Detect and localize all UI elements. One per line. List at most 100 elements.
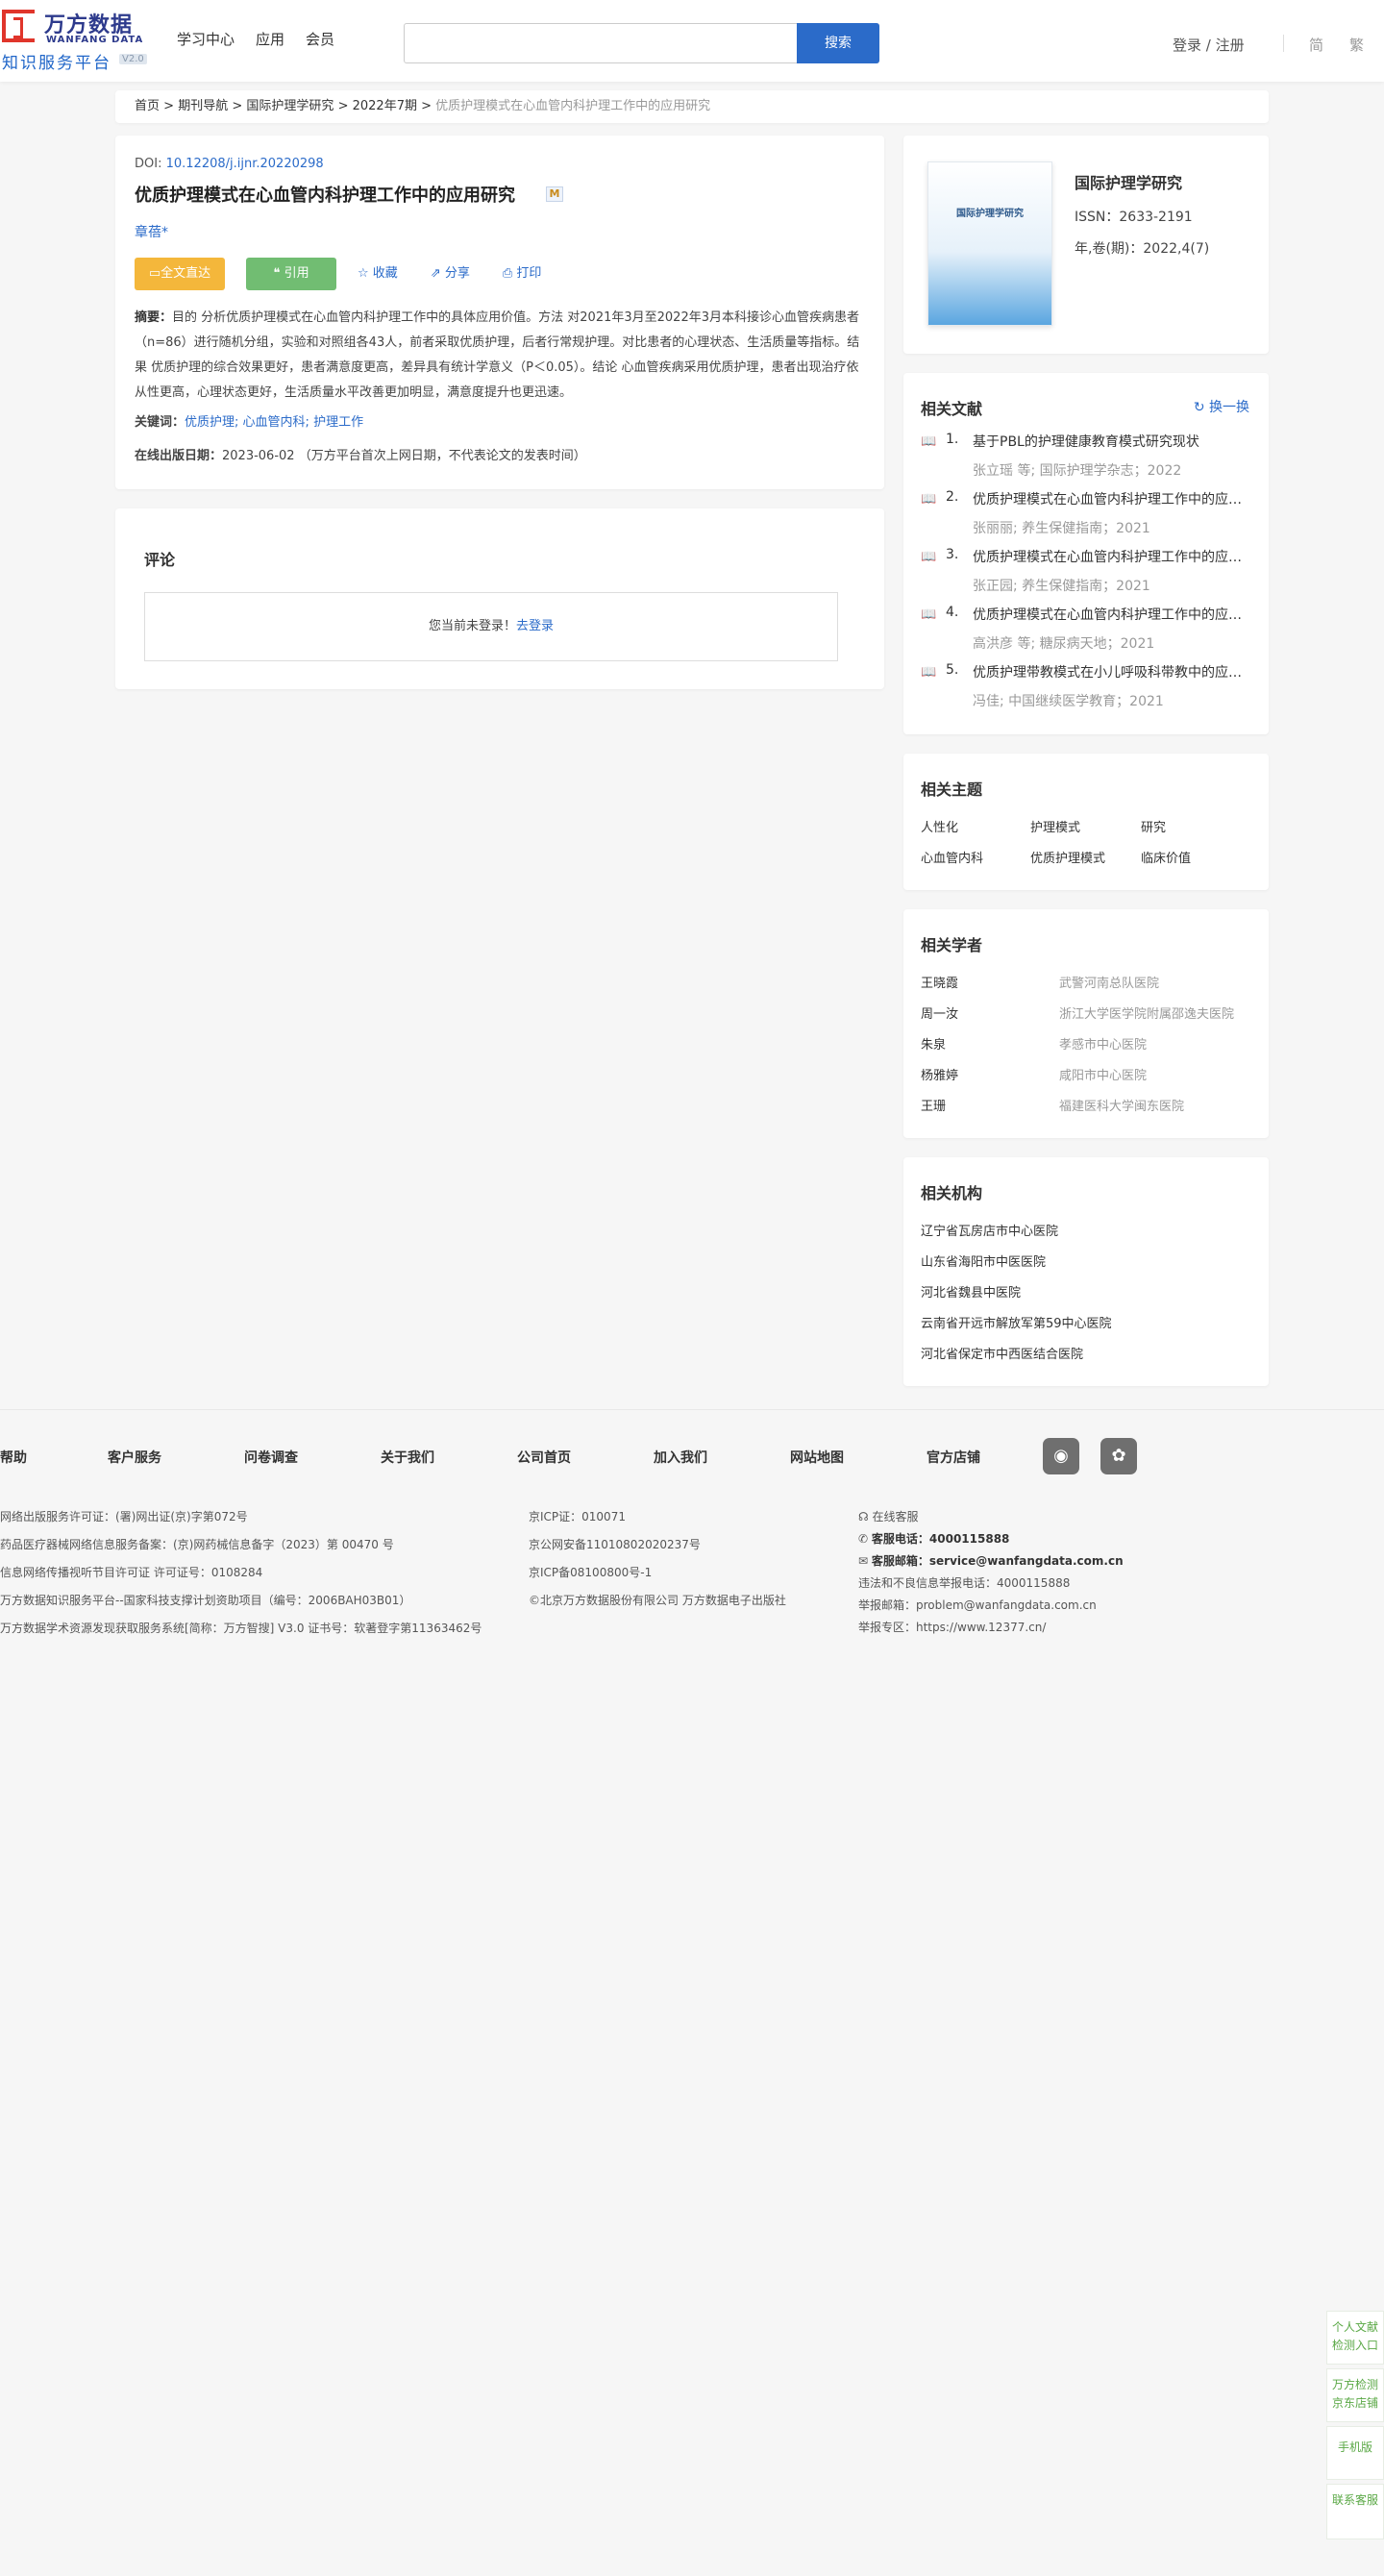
footer-join-link[interactable]: 加入我们 — [654, 1448, 707, 1467]
related-title-link[interactable]: 优质护理带教模式在小儿呼吸科带教中的应用研究 — [973, 662, 1251, 681]
related-title-link[interactable]: 基于PBL的护理健康教育模式研究现状 — [973, 432, 1251, 451]
org-link[interactable]: 山东省海阳市中医医院 — [921, 1251, 1046, 1270]
doi-link[interactable]: 10.12208/j.ijnr.20220298 — [166, 157, 324, 171]
side-check-entry[interactable]: 个人文献检测入口 — [1326, 2311, 1384, 2365]
report-site[interactable]: 举报专区：https://www.12377.cn/ — [858, 1619, 1046, 1635]
footer-about-link[interactable]: 关于我们 — [381, 1448, 434, 1467]
share-icon: ⇗ — [430, 266, 445, 281]
breadcrumb-sep: > — [232, 99, 243, 113]
article-title: 优质护理模式在心血管内科护理工作中的应用研究 — [135, 186, 515, 206]
login-register-link[interactable]: 登录 / 注册 — [1173, 35, 1245, 55]
related-meta: 张正园; 养生保健指南；2021 — [973, 576, 1150, 595]
keyword-link[interactable]: 护理工作 — [313, 415, 363, 430]
book-icon: 📖 — [921, 550, 937, 564]
report-phone: 违法和不良信息举报电话：4000115888 — [858, 1576, 1071, 1590]
print-button[interactable]: ⎙ 打印 — [503, 258, 542, 290]
doi-line: DOI: 10.12208/j.ijnr.20220298 — [135, 157, 324, 171]
related-meta: 张立瑶 等; 国际护理学杂志；2022 — [973, 460, 1181, 480]
org-link[interactable]: 河北省魏县中医院 — [921, 1282, 1021, 1300]
star-icon: ☆ — [358, 266, 373, 281]
scholar-name[interactable]: 周一汝 — [921, 1003, 958, 1022]
comment-box: 您当前未登录！去登录 — [144, 592, 838, 661]
pubdate-note: （万方平台首次上网日期，不代表论文的发表时间） — [298, 449, 586, 463]
comment-login-link[interactable]: 去登录 — [516, 619, 554, 633]
wechat-icon[interactable]: ✿ — [1100, 1438, 1137, 1474]
related-author: 高洪彦 等; — [973, 636, 1036, 652]
related-title-link[interactable]: 优质护理模式在心血管内科护理工作中的应用研究 — [973, 547, 1251, 566]
nav-learning-center[interactable]: 学习中心 — [177, 29, 235, 49]
org-link[interactable]: 辽宁省瓦房店市中心医院 — [921, 1221, 1058, 1239]
cite-label: 引用 — [284, 266, 309, 281]
breadcrumb-journals[interactable]: 期刊导航 — [178, 99, 228, 113]
logo-text-en: WANFANG DATA — [46, 35, 144, 45]
keyword-link[interactable]: 心血管内科; — [243, 415, 309, 430]
breadcrumb-journal[interactable]: 国际护理学研究 — [246, 99, 334, 113]
collect-button[interactable]: ☆ 收藏 — [358, 258, 398, 290]
share-label: 分享 — [444, 266, 470, 281]
side-contact[interactable]: 联系客服 — [1326, 2484, 1384, 2539]
scholar-org: 福建医科大学闽东医院 — [1059, 1100, 1185, 1114]
footer-service-link[interactable]: 客户服务 — [108, 1448, 161, 1467]
topic-link[interactable]: 优质护理模式 — [1030, 848, 1105, 866]
side-mobile[interactable]: 手机版 — [1326, 2426, 1384, 2480]
email-value: service@wanfangdata.com.cn — [928, 1554, 1124, 1568]
mail-icon: ✉ — [858, 1554, 872, 1568]
scholar-name[interactable]: 朱泉 — [921, 1034, 946, 1053]
journal-name[interactable]: 国际护理学研究 — [1075, 170, 1182, 193]
cite-button[interactable]: ❝ 引用 — [246, 258, 336, 290]
fulltext-button[interactable]: ▭全文直达 — [135, 258, 225, 290]
lang-traditional-link[interactable]: 繁 — [1349, 35, 1364, 55]
breadcrumb-home[interactable]: 首页 — [135, 99, 160, 113]
nav-apps[interactable]: 应用 — [256, 29, 284, 49]
keyword-link[interactable]: 优质护理; — [185, 415, 238, 430]
footer-icp[interactable]: 京ICP备08100800号-1 — [529, 1564, 652, 1580]
keywords: 关键词：优质护理; 心血管内科; 护理工作 — [135, 411, 363, 430]
search-button[interactable]: 搜索 — [797, 23, 879, 63]
author-link[interactable]: 章蓓* — [135, 222, 168, 241]
related-title: 相关文献 — [921, 400, 983, 418]
footer-help-link[interactable]: 帮助 — [0, 1448, 27, 1467]
breadcrumb-issue[interactable]: 2022年7期 — [353, 99, 417, 113]
footer-icp[interactable]: 京公网安备11010802020237号 — [529, 1536, 701, 1552]
footer-home-link[interactable]: 公司首页 — [517, 1448, 571, 1467]
scholar-name[interactable]: 杨雅婷 — [921, 1065, 958, 1083]
weibo-icon[interactable]: ◉ — [1043, 1438, 1079, 1474]
topic-link[interactable]: 心血管内科 — [921, 848, 983, 866]
org-link[interactable]: 云南省开远市解放军第59中心医院 — [921, 1313, 1112, 1331]
breadcrumb-sep: > — [337, 99, 349, 113]
side-jd-store[interactable]: 万方检测京东店铺 — [1326, 2368, 1384, 2422]
nav-membership[interactable]: 会员 — [306, 29, 334, 49]
fulltext-label: 全文直达 — [161, 266, 211, 281]
related-title-link[interactable]: 优质护理模式在心血管内科护理工作中的应用研究 — [973, 605, 1251, 624]
scholar-name[interactable]: 王珊 — [921, 1096, 946, 1114]
related-author: 张正园; — [973, 579, 1018, 594]
cover-title: 国际护理学研究 — [956, 209, 1024, 219]
related-author: 冯佳; — [973, 694, 1004, 709]
abstract: 摘要：目的 分析优质护理模式在心血管内科护理工作中的具体应用价值。方法 对202… — [135, 306, 865, 406]
footer-store-link[interactable]: 官方店铺 — [927, 1448, 980, 1467]
topic-link[interactable]: 研究 — [1141, 817, 1166, 835]
scholar-org: 孝感市中心医院 — [1059, 1038, 1148, 1053]
footer-icp[interactable]: 京ICP证：010071 — [529, 1508, 626, 1524]
related-scholars-card: 相关学者 王晓霞 武警河南总队医院 周一汝 浙江大学医学院附属邵逸夫医院 朱泉 … — [903, 909, 1269, 1138]
footer-survey-link[interactable]: 问卷调查 — [244, 1448, 298, 1467]
lang-simplified-link[interactable]: 简 — [1309, 35, 1323, 55]
topic-link[interactable]: 人性化 — [921, 817, 958, 835]
share-button[interactable]: ⇗ 分享 — [431, 258, 470, 290]
breadcrumb-sep: > — [163, 99, 175, 113]
footer-sitemap-link[interactable]: 网站地图 — [790, 1448, 844, 1467]
related-title-link[interactable]: 优质护理模式在心血管内科护理工作中的应用研究 — [973, 489, 1251, 508]
topic-link[interactable]: 护理模式 — [1030, 817, 1080, 835]
related-source: 糖尿病天地；2021 — [1039, 636, 1155, 652]
scholar-name[interactable]: 王晓霞 — [921, 973, 958, 991]
quote-icon: ❝ — [273, 266, 284, 281]
keywords-label: 关键词： — [135, 415, 185, 430]
journal-cover[interactable]: 国际护理学研究 — [927, 161, 1052, 326]
online-service-link[interactable]: ☊ 在线客服 — [858, 1508, 919, 1524]
book-icon: 📖 — [921, 492, 937, 507]
refresh-button[interactable]: ↻ 换一换 — [1194, 397, 1249, 416]
topic-link[interactable]: 临床价值 — [1141, 848, 1191, 866]
org-link[interactable]: 河北省保定市中西医结合医院 — [921, 1344, 1083, 1362]
wanfang-logo[interactable]: 万方数据 WANFANG DATA 知识服务平台 V2.0 — [2, 8, 147, 73]
related-num: 5. — [946, 662, 959, 678]
